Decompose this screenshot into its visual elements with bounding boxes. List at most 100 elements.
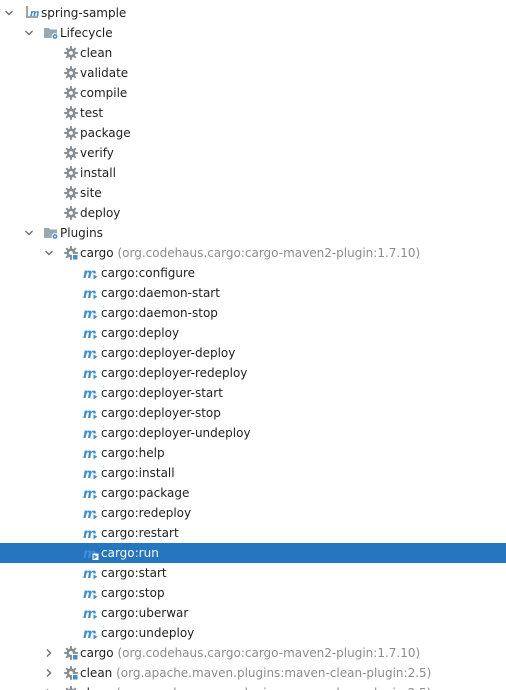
maven-tool-window: { "project": "spring-sample", "lifecycle… — [0, 0, 506, 690]
node-label: compile — [80, 83, 127, 103]
goal-cargo-stop[interactable]: m cargo:stop — [0, 583, 506, 603]
goal-cargo-restart[interactable]: m cargo:restart — [0, 523, 506, 543]
plugin-node-cargo[interactable]: cargo (org.codehaus.cargo:cargo-maven2-p… — [0, 243, 506, 263]
lifecycle-phase-install[interactable]: install — [0, 163, 506, 183]
goal-cargo-undeploy[interactable]: m cargo:undeploy — [0, 623, 506, 643]
node-name: cargo:run — [101, 546, 159, 560]
maven-goal-icon: m — [83, 485, 99, 501]
chevron-down-icon[interactable] — [24, 228, 34, 238]
node-name: cargo:stop — [101, 586, 165, 600]
lifecycle-phase-compile[interactable]: compile — [0, 83, 506, 103]
goal-cargo-uberwar[interactable]: m cargo:uberwar — [0, 603, 506, 623]
gear-icon — [63, 165, 79, 181]
goal-cargo-redeploy[interactable]: m cargo:redeploy — [0, 503, 506, 523]
maven-goal-icon: m — [83, 385, 99, 401]
node-label: validate — [80, 63, 128, 83]
lifecycle-phase-deploy[interactable]: deploy — [0, 203, 506, 223]
lifecycle-phase-validate[interactable]: validate — [0, 63, 506, 83]
node-label: clean (org.apache.maven.plugins:maven-cl… — [80, 663, 431, 683]
chevron-right-icon[interactable] — [44, 648, 54, 658]
chevron-down-icon[interactable] — [4, 8, 14, 18]
node-name: cargo:deploy — [101, 326, 180, 340]
plugin-node-clean[interactable]: clean (org.apache.maven.plugins:maven-cl… — [0, 683, 506, 690]
node-name: verify — [80, 146, 114, 160]
goal-cargo-package[interactable]: m cargo:package — [0, 483, 506, 503]
node-label: cargo:deployer-start — [101, 383, 223, 403]
plugin-coordinates: (org.apache.maven.plugins:maven-clean-pl… — [112, 666, 432, 680]
plugin-coordinates: (org.codehaus.cargo:cargo-maven2-plugin:… — [113, 646, 421, 660]
node-name: cargo:redeploy — [101, 506, 192, 520]
tree-node-plugins[interactable]: Plugins — [0, 223, 506, 243]
node-label: cargo:install — [101, 463, 175, 483]
maven-goal-icon: m — [83, 345, 99, 361]
goal-cargo-deployer-undeploy[interactable]: m cargo:deployer-undeploy — [0, 423, 506, 443]
maven-goal-icon: m — [83, 545, 99, 561]
node-name: cargo:uberwar — [101, 606, 189, 620]
node-name: cargo:help — [101, 446, 165, 460]
node-label: verify — [80, 143, 114, 163]
maven-module-icon: m — [24, 5, 40, 21]
node-label: cargo:stop — [101, 583, 165, 603]
node-name: cargo:install — [101, 466, 175, 480]
maven-goal-icon: m — [83, 605, 99, 621]
maven-goal-icon: m — [83, 305, 99, 321]
goal-cargo-deployer-start[interactable]: m cargo:deployer-start — [0, 383, 506, 403]
goal-cargo-daemon-start[interactable]: m cargo:daemon-start — [0, 283, 506, 303]
goal-cargo-deployer-deploy[interactable]: m cargo:deployer-deploy — [0, 343, 506, 363]
tree-node-project[interactable]: m spring-sample — [0, 3, 506, 23]
goal-cargo-deploy[interactable]: m cargo:deploy — [0, 323, 506, 343]
goal-cargo-help[interactable]: m cargo:help — [0, 443, 506, 463]
goal-cargo-run[interactable]: m cargo:run — [0, 543, 506, 563]
node-label: cargo:deployer-deploy — [101, 343, 235, 363]
goal-cargo-start[interactable]: m cargo:start — [0, 563, 506, 583]
node-label: cargo:daemon-stop — [101, 303, 218, 323]
tree-node-lifecycle[interactable]: Lifecycle — [0, 23, 506, 43]
node-name: cargo:deployer-deploy — [101, 346, 236, 360]
node-label: package — [80, 123, 131, 143]
node-label: cargo:start — [101, 563, 167, 583]
maven-goal-icon: m — [83, 625, 99, 641]
lifecycle-phase-test[interactable]: test — [0, 103, 506, 123]
node-name: cargo — [80, 646, 114, 660]
maven-goal-icon: m — [83, 365, 99, 381]
node-label: cargo:redeploy — [101, 503, 191, 523]
goal-cargo-deployer-stop[interactable]: m cargo:deployer-stop — [0, 403, 506, 423]
lifecycle-phase-verify[interactable]: verify — [0, 143, 506, 163]
node-name: cargo:undeploy — [101, 626, 195, 640]
node-name: clean — [80, 686, 112, 690]
node-label: cargo:uberwar — [101, 603, 188, 623]
lifecycle-phase-package[interactable]: package — [0, 123, 506, 143]
goal-cargo-configure[interactable]: m cargo:configure — [0, 263, 506, 283]
goal-cargo-install[interactable]: m cargo:install — [0, 463, 506, 483]
plugin-node-clean[interactable]: clean (org.apache.maven.plugins:maven-cl… — [0, 663, 506, 683]
plugin-coordinates: (org.codehaus.cargo:cargo-maven2-plugin:… — [113, 246, 421, 260]
maven-goal-icon: m — [83, 425, 99, 441]
node-label: cargo:package — [101, 483, 189, 503]
node-label: cargo:deployer-stop — [101, 403, 221, 423]
node-name: cargo:package — [101, 486, 190, 500]
maven-goal-icon: m — [83, 565, 99, 581]
chevron-down-icon[interactable] — [24, 28, 34, 38]
chevron-down-icon[interactable] — [44, 248, 54, 258]
maven-goal-icon: m — [83, 505, 99, 521]
maven-folder-icon — [43, 225, 59, 241]
lifecycle-phase-clean[interactable]: clean — [0, 43, 506, 63]
node-label: clean — [80, 43, 112, 63]
plugin-node-cargo[interactable]: cargo (org.codehaus.cargo:cargo-maven2-p… — [0, 643, 506, 663]
plugin-icon — [63, 245, 79, 261]
goal-cargo-daemon-stop[interactable]: m cargo:daemon-stop — [0, 303, 506, 323]
node-name: cargo:deployer-stop — [101, 406, 221, 420]
node-label: Lifecycle — [60, 23, 113, 43]
node-label: deploy — [80, 203, 120, 223]
lifecycle-phase-site[interactable]: site — [0, 183, 506, 203]
node-name: cargo:deployer-start — [101, 386, 223, 400]
node-name: site — [80, 186, 102, 200]
goal-cargo-deployer-redeploy[interactable]: m cargo:deployer-redeploy — [0, 363, 506, 383]
node-name: deploy — [80, 206, 121, 220]
gear-icon — [63, 105, 79, 121]
node-name: cargo:daemon-start — [101, 286, 220, 300]
node-label: cargo:configure — [101, 263, 195, 283]
node-label: cargo:daemon-start — [101, 283, 220, 303]
gear-icon — [63, 185, 79, 201]
chevron-right-icon[interactable] — [44, 668, 54, 678]
